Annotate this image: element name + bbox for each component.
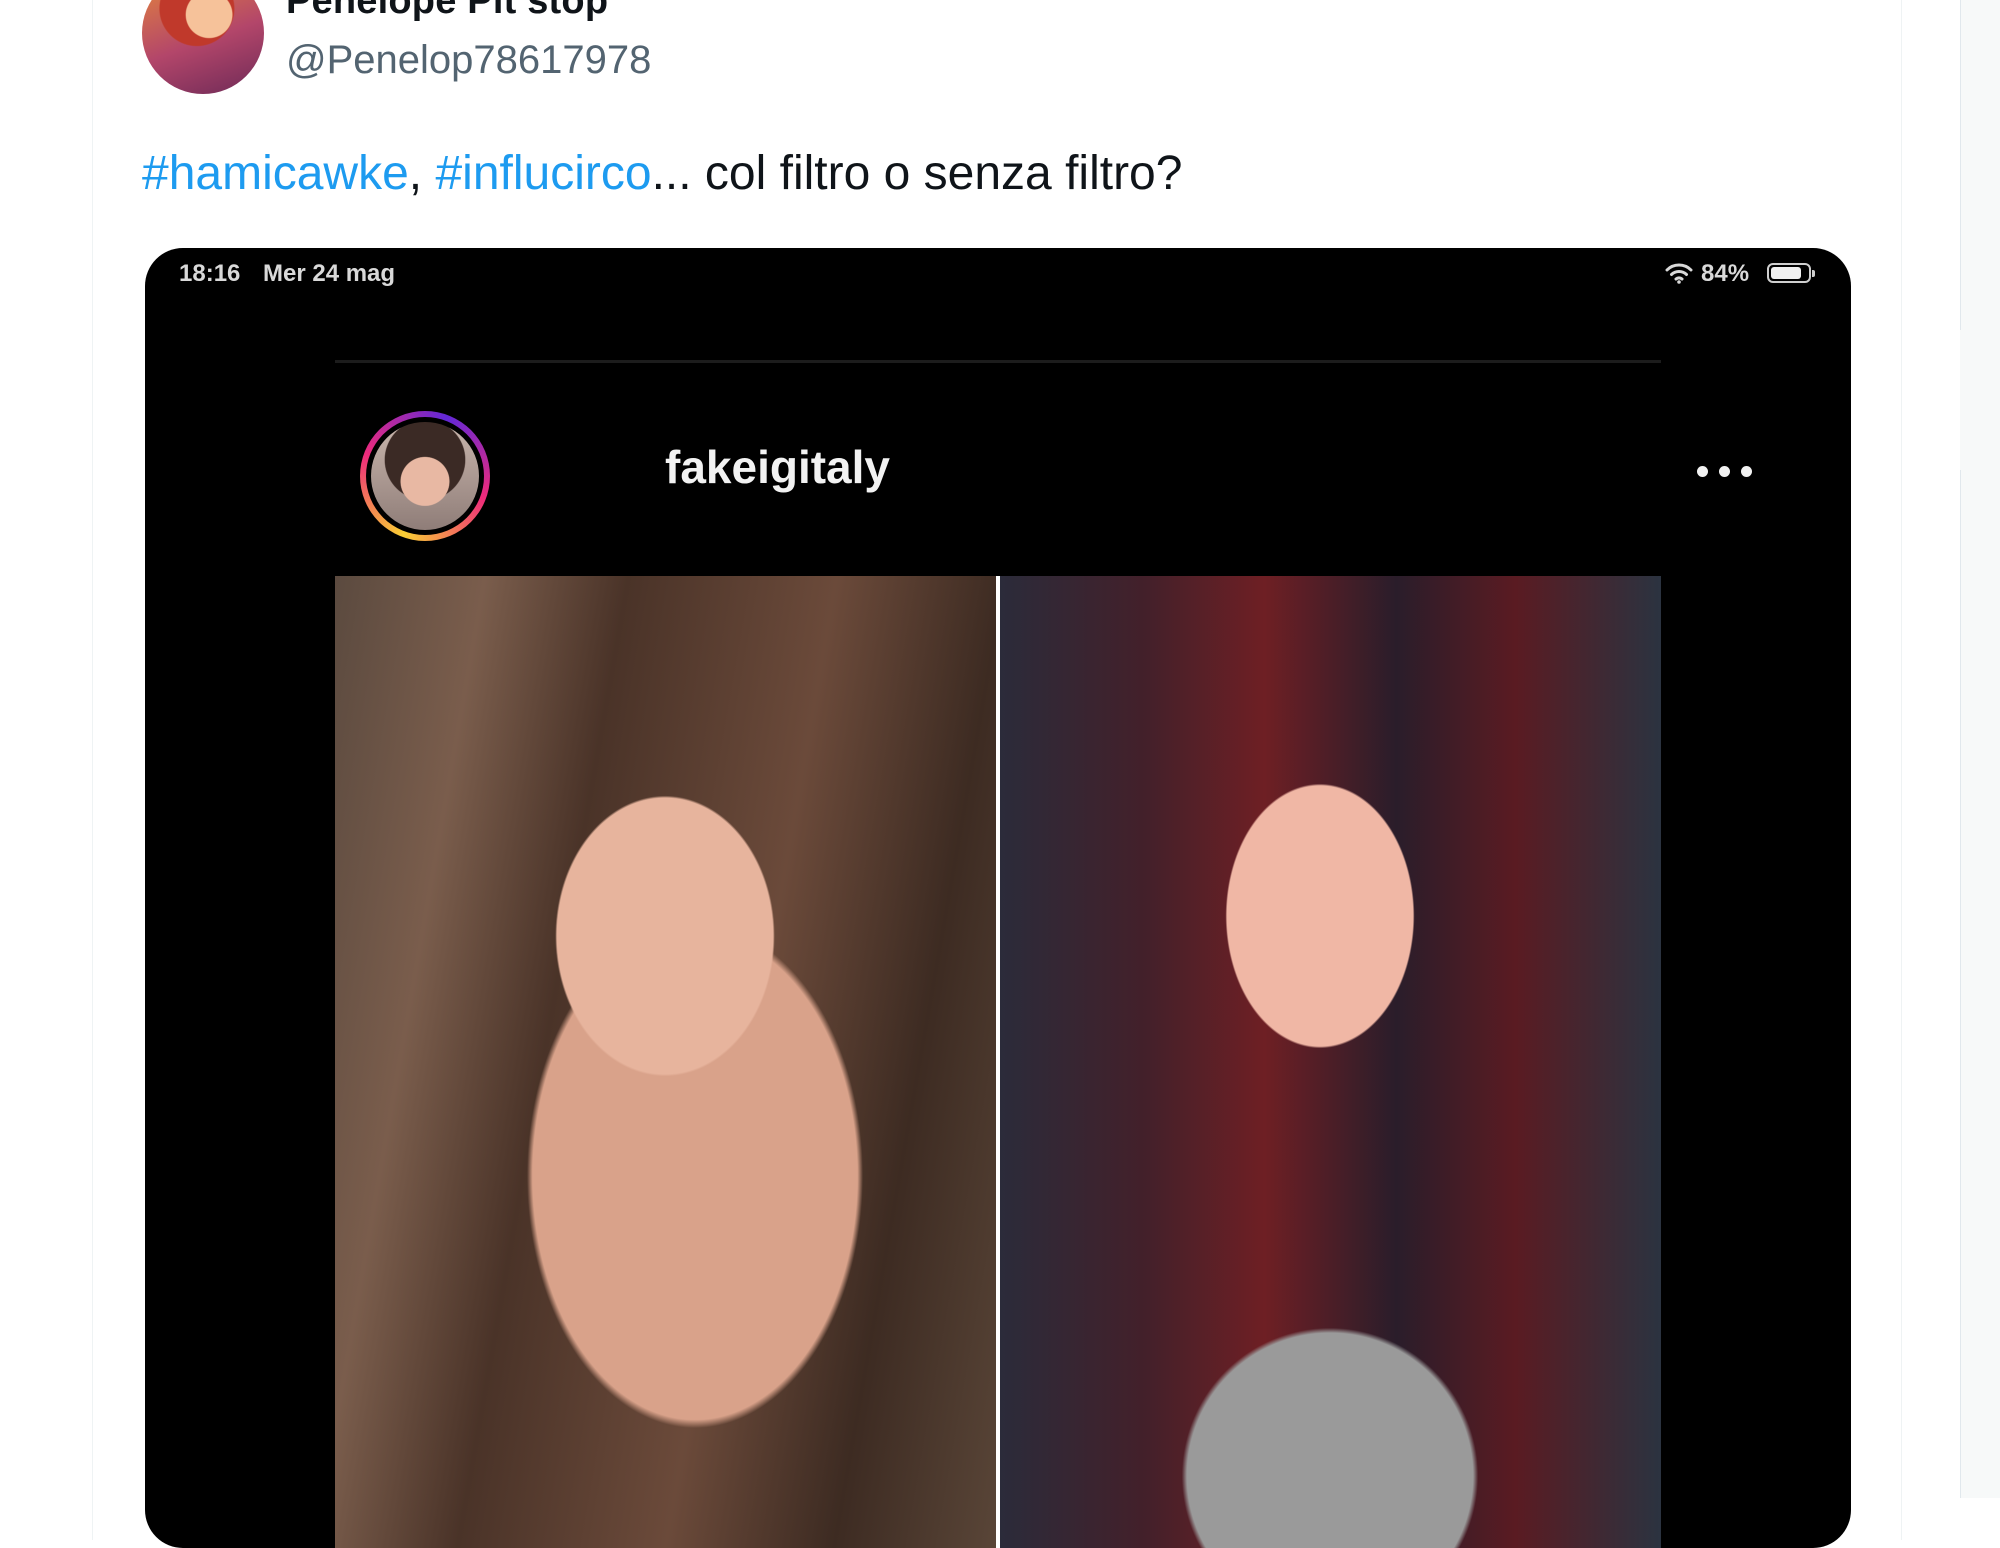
battery-fill bbox=[1771, 267, 1801, 279]
photo-left bbox=[335, 576, 996, 1548]
tweet-media-image[interactable]: 18:16 Mer 24 mag 84% fakeigitaly bbox=[145, 248, 1851, 1548]
battery-percentage: 84% bbox=[1701, 260, 1750, 287]
tweet-text: #hamicawke, #influcirco... col filtro o … bbox=[142, 146, 1182, 202]
tweet-text-body: ... col filtro o senza filtro? bbox=[651, 147, 1183, 200]
text-separator: , bbox=[408, 147, 436, 200]
ig-post-image bbox=[335, 576, 1661, 1548]
device-status-bar: 18:16 Mer 24 mag 84% bbox=[145, 248, 1851, 298]
ig-username: fakeigitaly bbox=[665, 441, 890, 493]
ig-avatar bbox=[371, 422, 479, 530]
ig-more-icon bbox=[1695, 466, 1755, 480]
more-horizontal-icon[interactable] bbox=[1796, 0, 1856, 12]
divider bbox=[1960, 470, 1961, 1498]
battery-icon bbox=[1767, 263, 1815, 283]
hashtag-link[interactable]: #hamicawke bbox=[142, 147, 409, 200]
display-name[interactable]: Penelope Pit stop bbox=[286, 0, 608, 23]
wifi-icon bbox=[1665, 263, 1693, 284]
user-handle[interactable]: @Penelop78617978 bbox=[286, 38, 651, 83]
hashtag-link[interactable]: #influcirco bbox=[435, 147, 651, 200]
status-indicators: 84% bbox=[1665, 258, 1835, 288]
status-date: Mer 24 mag bbox=[263, 260, 396, 287]
ig-story-ring bbox=[360, 411, 490, 541]
right-sidebar-edge bbox=[1960, 0, 2000, 1498]
photo-right bbox=[1000, 576, 1661, 1548]
status-time: 18:16 bbox=[179, 260, 241, 287]
ig-post-header: fakeigitaly bbox=[335, 408, 1752, 541]
divider bbox=[1960, 0, 1961, 330]
divider bbox=[335, 360, 1661, 363]
battery-nub bbox=[1812, 270, 1815, 277]
